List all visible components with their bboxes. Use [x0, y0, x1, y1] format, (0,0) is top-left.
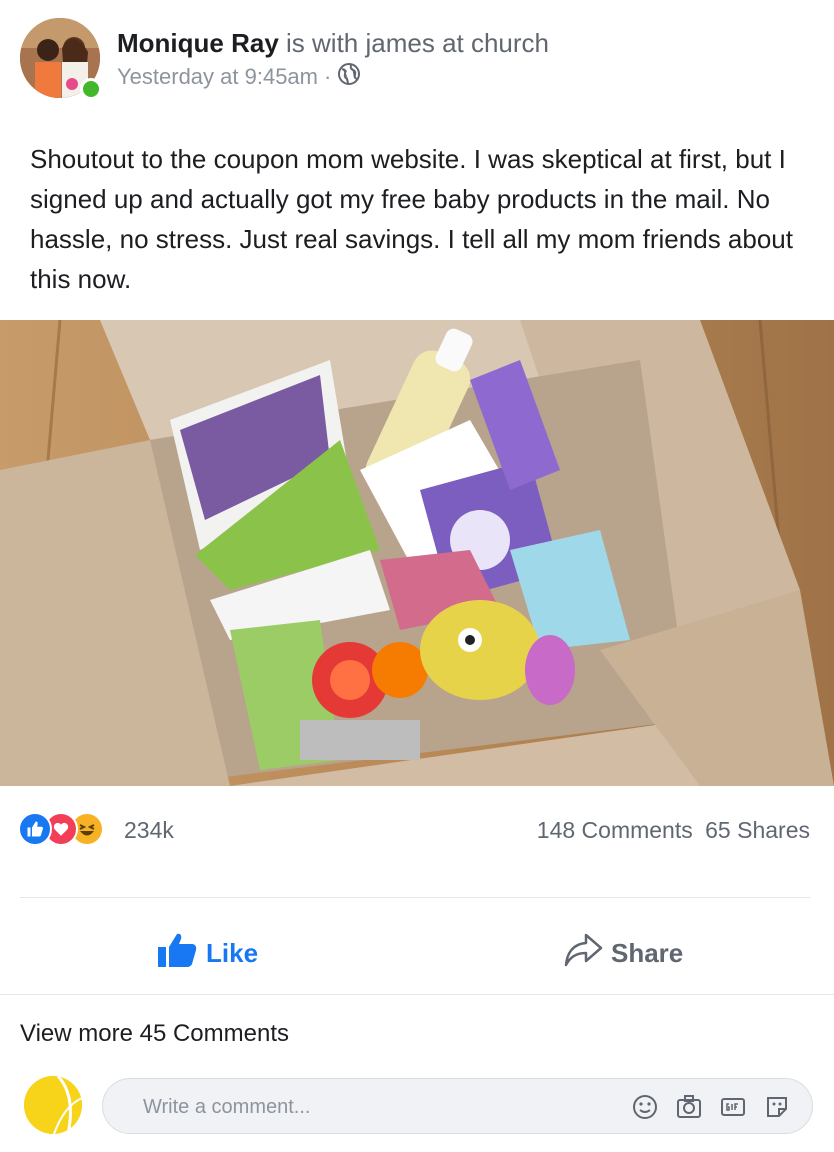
share-label: Share	[611, 937, 684, 968]
post-timestamp[interactable]: Yesterday at 9:45am	[117, 64, 318, 90]
share-arrow-icon	[563, 931, 611, 976]
sticker-icon[interactable]	[762, 1092, 792, 1122]
author-line: Monique Ray is with james at church	[117, 28, 549, 59]
divider	[0, 994, 834, 995]
shares-count[interactable]: 65 Shares	[705, 817, 810, 843]
online-status-indicator	[80, 78, 102, 100]
post-photo[interactable]	[0, 320, 834, 786]
like-label: Like	[206, 937, 259, 968]
post-meta: Yesterday at 9:45am ·	[117, 62, 361, 92]
share-button[interactable]: Share	[563, 920, 683, 986]
user-avatar[interactable]	[24, 1076, 82, 1134]
like-reaction-icon	[18, 812, 52, 846]
gif-icon[interactable]	[718, 1092, 748, 1122]
divider	[20, 897, 810, 898]
comments-count[interactable]: 148 Comments	[537, 817, 693, 843]
like-button[interactable]: Like	[158, 920, 258, 986]
post-body: Shoutout to the coupon mom website. I wa…	[30, 144, 793, 294]
comment-composer	[0, 1072, 834, 1138]
reaction-count[interactable]: 234k	[124, 817, 174, 844]
camera-icon[interactable]	[674, 1092, 704, 1122]
comment-input[interactable]	[143, 1093, 603, 1121]
meta-separator: ·	[324, 64, 332, 89]
author-name[interactable]: Monique Ray	[117, 28, 279, 58]
emoji-icon[interactable]	[630, 1092, 660, 1122]
reaction-icons[interactable]	[18, 812, 104, 846]
post-header: Monique Ray is with james at church Yest…	[20, 18, 810, 102]
view-more-comments-link[interactable]: View more 45 Comments	[20, 1020, 289, 1048]
tagged-with-text: is with james at church	[286, 28, 550, 58]
comment-input-icons	[630, 1092, 792, 1122]
engagement-counts: 148 Comments 65 Shares	[537, 817, 810, 844]
comment-box	[102, 1078, 813, 1134]
reactions-bar: 234k 148 Comments 65 Shares	[18, 812, 810, 848]
thumbs-up-icon	[158, 931, 206, 976]
post-actions: Like Share	[0, 920, 834, 986]
globe-icon	[337, 62, 361, 92]
